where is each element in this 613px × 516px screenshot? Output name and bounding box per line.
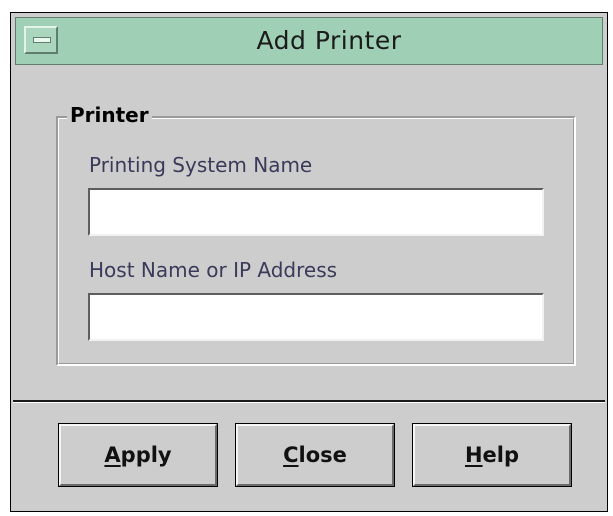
printer-group-label: Printer: [67, 102, 152, 128]
window-menu-icon: [33, 37, 51, 43]
window-menu-button[interactable]: [24, 26, 58, 54]
help-button[interactable]: Help: [412, 423, 572, 487]
help-mnemonic: H: [464, 443, 483, 467]
apply-button[interactable]: Apply: [58, 423, 218, 487]
host-name-field[interactable]: [88, 293, 544, 341]
window-title: Add Printer: [256, 26, 402, 55]
apply-mnemonic: A: [104, 443, 121, 467]
printing-system-name-label: Printing System Name: [89, 153, 313, 177]
help-label-rest: elp: [482, 443, 520, 467]
host-name-input[interactable]: [90, 295, 542, 339]
add-printer-dialog: Add Printer Printer Printing System Name…: [10, 12, 608, 512]
close-mnemonic: C: [283, 443, 299, 467]
apply-label-rest: pply: [120, 443, 172, 467]
title-bar[interactable]: Add Printer: [15, 17, 603, 65]
host-name-label: Host Name or IP Address: [89, 258, 338, 282]
printing-system-name-field[interactable]: [88, 188, 544, 236]
printing-system-name-input[interactable]: [90, 190, 542, 234]
close-button[interactable]: Close: [235, 423, 395, 487]
close-label-rest: lose: [298, 443, 347, 467]
